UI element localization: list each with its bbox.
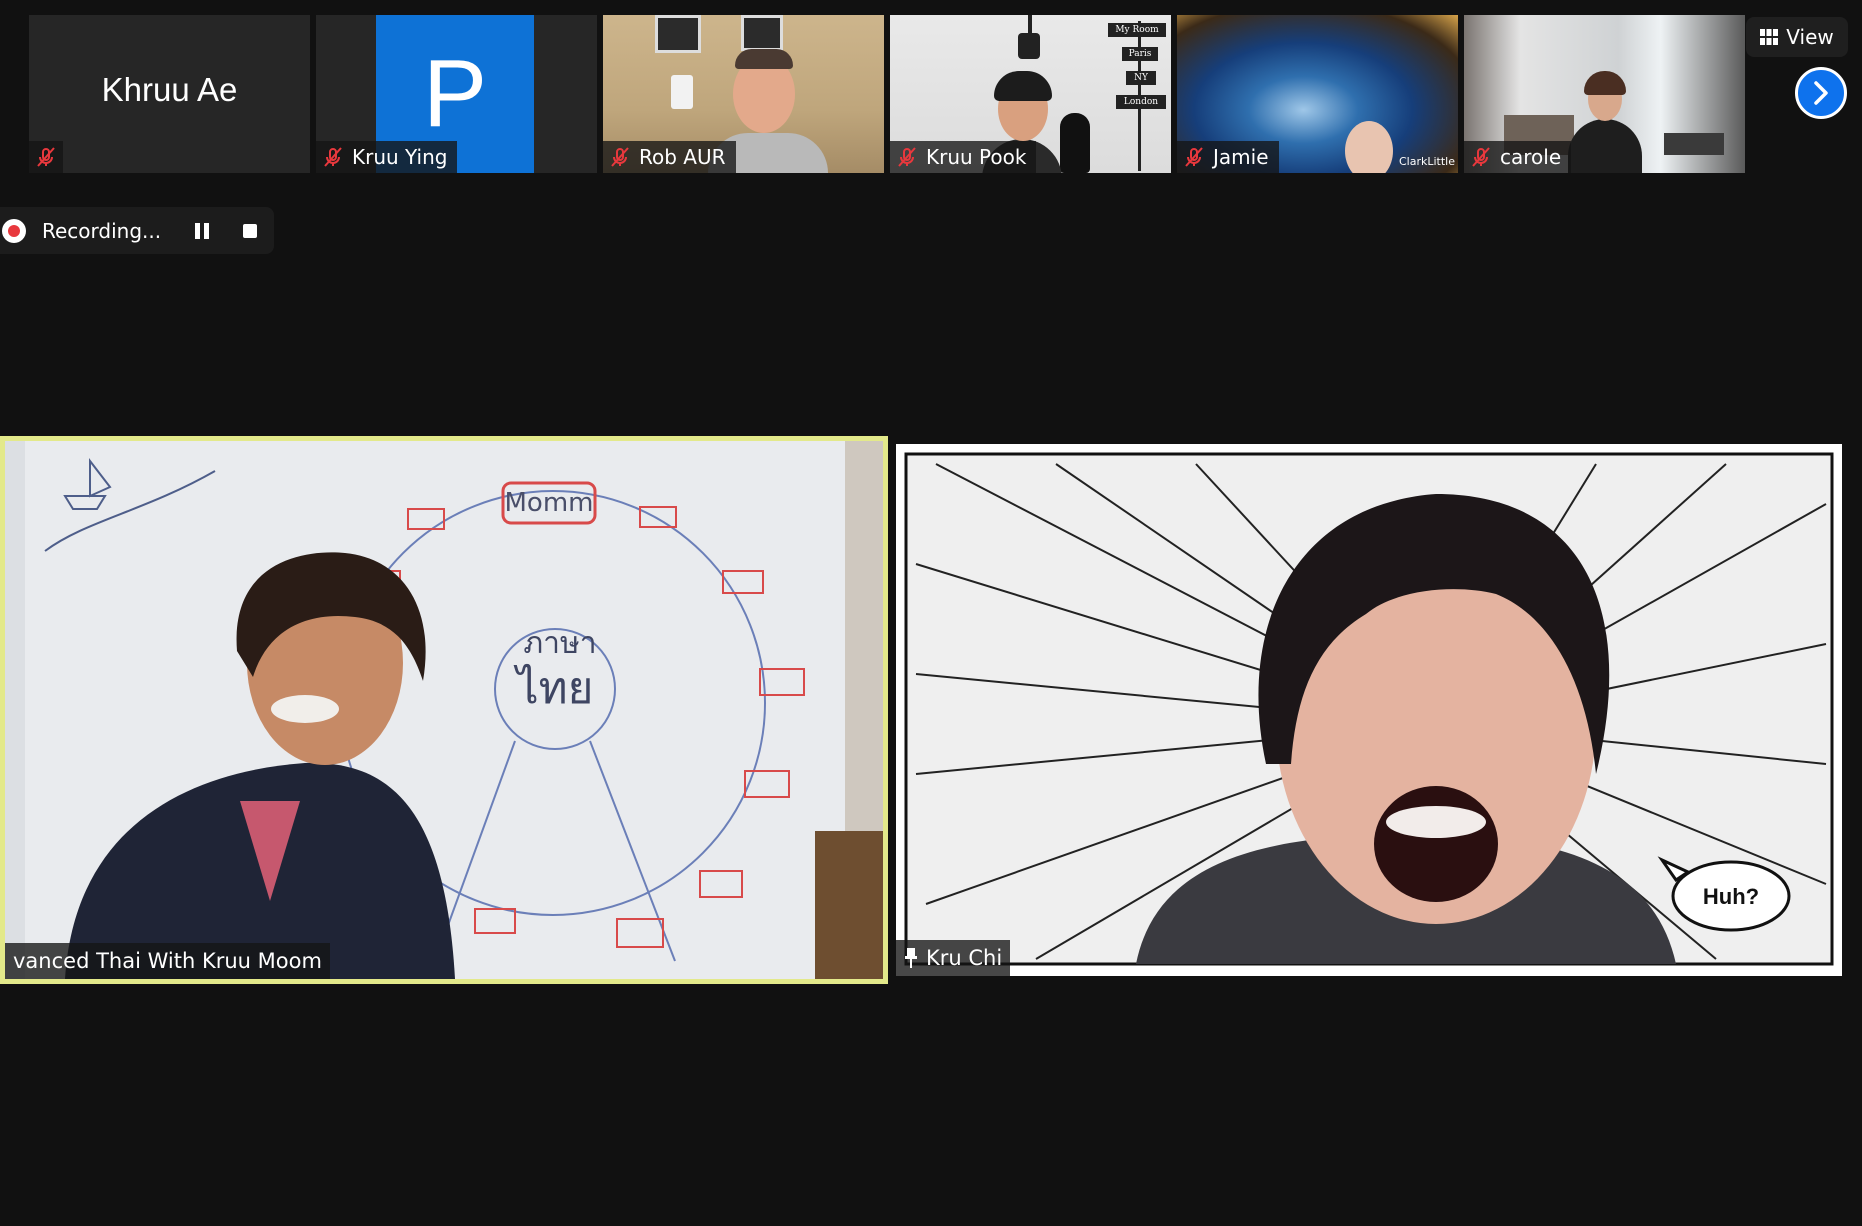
name-tag: carole: [1464, 141, 1572, 173]
mic-muted-icon: [611, 147, 629, 167]
name-tag: [29, 141, 63, 173]
participant-tile-jamie[interactable]: ClarkLittle Jamie: [1177, 15, 1458, 173]
recording-label: Recording...: [42, 218, 162, 243]
participant-name: Jamie: [1213, 145, 1269, 169]
mic-muted-icon: [324, 147, 342, 167]
participant-tile-khruu-ae[interactable]: Khruu Ae: [29, 15, 310, 173]
participant-name: Kruu Ying: [352, 145, 448, 169]
person-body: [1568, 119, 1642, 173]
participant-tile-kruu-pook[interactable]: My Room Paris NY London Kruu Pook: [890, 15, 1171, 173]
name-tag: Kruu Pook: [890, 141, 1037, 173]
whiteboard-scene: Momm ภาษา ไทย: [5, 441, 883, 979]
mic-muted-icon: [1185, 147, 1203, 167]
participant-tile-carole[interactable]: carole: [1464, 15, 1745, 173]
whiteboard-word: Momm: [505, 488, 594, 518]
wall-picture: [741, 15, 783, 51]
sign: London: [1116, 95, 1166, 109]
stop-icon: [243, 224, 257, 238]
wall-picture: [655, 15, 701, 53]
participant-name: Rob AUR: [639, 145, 726, 169]
mic-muted-icon: [1472, 147, 1490, 167]
person-hair: [1584, 71, 1626, 95]
sign: Paris: [1122, 47, 1158, 61]
sign: My Room: [1108, 23, 1166, 37]
comic-speedlines-scene: Huh?: [896, 444, 1842, 976]
participant-name: Kru Chi: [926, 946, 1003, 970]
view-button[interactable]: View: [1746, 17, 1848, 57]
recording-bar: Recording...: [0, 207, 274, 254]
participant-name: Kruu Pook: [926, 145, 1027, 169]
lamp: [1018, 33, 1040, 59]
grid-icon: [1760, 29, 1779, 45]
chevron-right-icon: [1814, 81, 1828, 105]
name-tag: Kruu Ying: [316, 141, 458, 173]
person-hair: [994, 71, 1052, 101]
pause-icon: [195, 223, 209, 239]
participant-tile-kruu-ying[interactable]: P Kruu Ying: [316, 15, 597, 173]
person-head: [1345, 121, 1393, 173]
name-tag: Jamie: [1177, 141, 1279, 173]
participant-tile-rob-aur[interactable]: Rob AUR: [603, 15, 884, 173]
sign: NY: [1126, 71, 1156, 85]
recording-dot-icon: [2, 218, 26, 243]
speech-bubble-text: Huh?: [1703, 884, 1759, 909]
participant-name: carole: [1500, 145, 1562, 169]
pause-recording-button[interactable]: [190, 219, 214, 243]
pin-icon: [905, 948, 917, 968]
stop-recording-button[interactable]: [238, 219, 262, 243]
table: [1664, 133, 1724, 155]
mic-muted-icon: [37, 147, 55, 167]
watermark: ClarkLittle: [1399, 155, 1456, 168]
whiteboard-thai-top: ภาษา: [523, 626, 596, 661]
intercom: [671, 75, 693, 109]
name-tag: Kru Chi: [896, 940, 1011, 976]
main-video-tile-active-speaker[interactable]: Momm ภาษา ไทย vanced Thai With Kruu Moom: [0, 436, 888, 984]
cat-silhouette: [1060, 113, 1090, 173]
lamp-pole: [1028, 15, 1032, 35]
mic-muted-icon: [898, 147, 916, 167]
participant-name: Khruu Ae: [101, 71, 238, 108]
participant-name: vanced Thai With Kruu Moom: [13, 949, 322, 973]
name-tag: vanced Thai With Kruu Moom: [5, 943, 330, 979]
next-page-button[interactable]: [1795, 67, 1847, 119]
main-video-tile-kru-chi[interactable]: Huh? Kru Chi: [896, 444, 1842, 976]
view-label: View: [1786, 25, 1834, 49]
name-tag: Rob AUR: [603, 141, 736, 173]
whiteboard-thai-bottom: ไทย: [514, 663, 594, 714]
person-hair: [735, 49, 793, 69]
